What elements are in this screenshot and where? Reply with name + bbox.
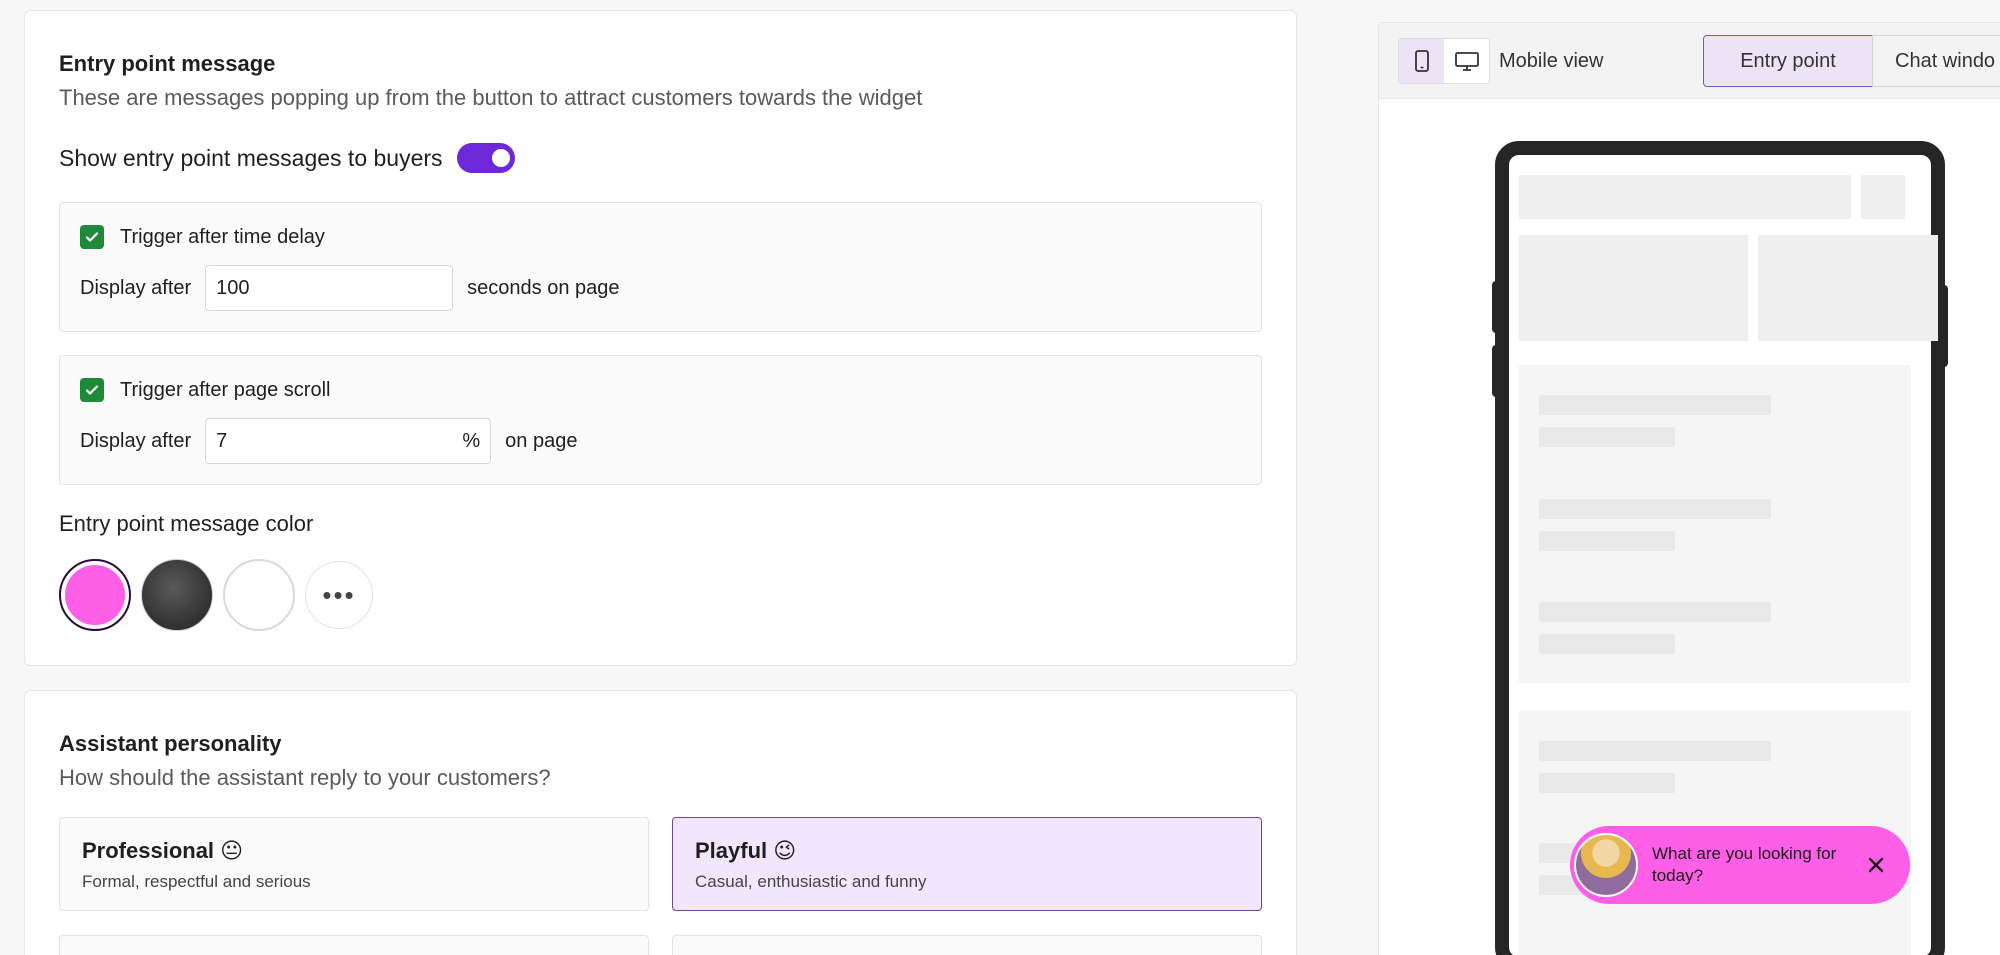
mobile-icon [1414, 50, 1429, 72]
device-toggle [1398, 38, 1490, 84]
page-scroll-trigger-box: Trigger after page scroll Display after … [59, 355, 1262, 485]
entry-point-bubble-text: What are you looking for today? [1652, 844, 1837, 885]
view-label: Mobile view [1499, 50, 1604, 72]
more-colors-button[interactable]: ••• [305, 561, 373, 629]
preview-toolbar: Mobile view Entry point Chat windo [1379, 23, 2000, 99]
assistant-personality-card: Assistant personality How should the ass… [24, 690, 1297, 955]
time-delay-suffix: seconds on page [467, 276, 620, 299]
page-scroll-prefix: Display after [80, 429, 192, 452]
neutral-face-icon: 😐 [220, 838, 244, 863]
entry-point-card: Entry point message These are messages p… [24, 10, 1297, 666]
personality-option-3[interactable] [59, 935, 649, 955]
skeleton-header [1519, 175, 1851, 219]
color-swatch-white[interactable] [223, 559, 295, 631]
page-scroll-suffix: on page [505, 429, 578, 452]
entry-messages-toggle[interactable] [456, 143, 515, 173]
page-scroll-input[interactable]: 7 % [205, 418, 492, 464]
professional-name: Professional [82, 838, 215, 863]
color-swatch-pink[interactable] [59, 559, 131, 631]
color-swatches: ••• [59, 559, 373, 631]
entry-toggle-label: Show entry point messages to buyers [59, 144, 443, 171]
personality-option-professional[interactable]: Professional 😐 Formal, respectful and se… [59, 817, 649, 911]
wink-face-icon: 😉 [773, 838, 797, 863]
personality-title: Assistant personality [59, 731, 282, 756]
mobile-view-button[interactable] [1399, 39, 1444, 83]
page-scroll-label: Trigger after page scroll [120, 378, 331, 401]
time-delay-prefix: Display after [80, 276, 192, 299]
personality-option-4[interactable] [672, 935, 1262, 955]
time-delay-label: Trigger after time delay [120, 225, 325, 248]
playful-desc: Casual, enthusiastic and funny [695, 872, 927, 891]
more-dots-icon: ••• [322, 579, 356, 610]
entry-point-bubble[interactable]: What are you looking for today? [1570, 826, 1910, 904]
entry-point-title: Entry point message [59, 51, 276, 76]
check-icon [85, 232, 99, 242]
tab-entry-point[interactable]: Entry point [1703, 35, 1873, 87]
desktop-icon [1454, 52, 1479, 71]
page-scroll-value: 7 [216, 429, 228, 452]
time-delay-checkbox[interactable] [80, 225, 104, 249]
time-delay-input[interactable]: 100 [205, 265, 454, 311]
close-icon[interactable] [1864, 853, 1888, 877]
entry-toggle-row: Show entry point messages to buyers [59, 143, 515, 173]
skeleton-tile [1758, 235, 1938, 341]
playful-name: Playful [695, 838, 768, 863]
personality-subtitle: How should the assistant reply to your c… [59, 765, 551, 790]
skeleton-content [1519, 365, 1911, 683]
check-icon [85, 385, 99, 395]
skeleton-tile [1519, 235, 1748, 341]
percent-unit: % [462, 429, 481, 452]
color-swatch-dark[interactable] [141, 559, 213, 631]
page-scroll-checkbox[interactable] [80, 378, 104, 402]
professional-desc: Formal, respectful and serious [82, 872, 311, 891]
widget-preview-panel: Mobile view Entry point Chat windo [1378, 22, 2000, 955]
entry-point-subtitle: These are messages popping up from the b… [59, 85, 923, 110]
tab-chat-window[interactable]: Chat windo [1872, 35, 2000, 87]
assistant-avatar [1574, 833, 1638, 897]
time-delay-trigger-box: Trigger after time delay Display after 1… [59, 202, 1262, 332]
time-delay-value: 100 [216, 276, 250, 299]
personality-option-playful[interactable]: Playful 😉 Casual, enthusiastic and funny [672, 817, 1262, 911]
color-label: Entry point message color [59, 511, 314, 536]
skeleton-header-button [1861, 175, 1905, 219]
desktop-view-button[interactable] [1444, 39, 1489, 83]
